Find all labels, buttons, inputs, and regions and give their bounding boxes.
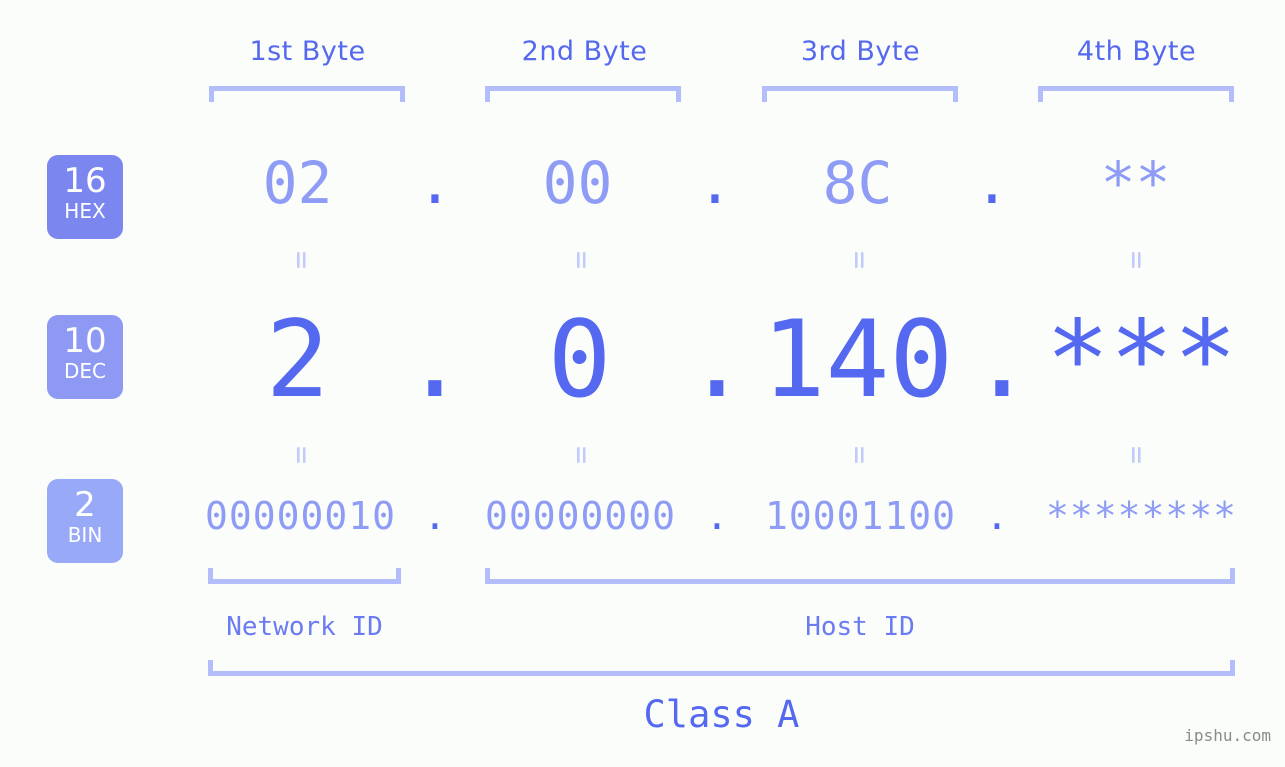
base-badge-bin-number: 2 [74, 485, 96, 525]
bin-octet-4: ******** [1045, 494, 1238, 538]
dec-separator-2: . [685, 298, 749, 421]
host-id-bracket [485, 568, 1235, 584]
hex-octet-4: ** [1100, 149, 1171, 217]
dec-octet-1: 2 [265, 298, 330, 421]
dec-octet-4: *** [1045, 298, 1238, 421]
byte-header-4: 4th Byte [1076, 36, 1197, 67]
equals-hex-dec-4: = [1119, 250, 1154, 270]
hex-octet-3: 8C [822, 149, 893, 217]
base-badge-dec-number: 10 [63, 321, 107, 361]
class-bracket [208, 660, 1235, 676]
network-id-label: Network ID [226, 612, 383, 642]
site-watermark: ipshu.com [1184, 726, 1271, 745]
byte-header-2: 2nd Byte [521, 36, 648, 67]
base-badge-bin-name: BIN [67, 523, 103, 547]
hex-separator-3: . [974, 149, 1010, 217]
base-badge-hex-number: 16 [63, 161, 107, 201]
base-badge-dec-name: DEC [63, 359, 106, 383]
base-badge-hex-name: HEX [64, 199, 106, 223]
dec-separator-3: . [970, 298, 1034, 421]
hex-separator-2: . [697, 149, 733, 217]
dec-octet-3: 140 [761, 298, 954, 421]
ip-address-breakdown-diagram: 1st Byte 2nd Byte 3rd Byte 4th Byte 16 H… [0, 0, 1285, 767]
equals-hex-dec-2: = [564, 250, 599, 270]
class-label: Class A [643, 693, 800, 736]
base-badge-dec: 10 DEC [47, 315, 123, 399]
bin-separator-1: . [423, 494, 447, 538]
equals-dec-bin-4: = [1119, 445, 1154, 465]
base-badge-bin: 2 BIN [47, 479, 123, 563]
byte-bracket-3 [762, 86, 958, 102]
equals-hex-dec-3: = [842, 250, 877, 270]
byte-bracket-2 [485, 86, 681, 102]
dec-octet-2: 0 [547, 298, 612, 421]
network-id-bracket [208, 568, 401, 584]
hex-octet-1: 02 [262, 149, 333, 217]
byte-bracket-4 [1038, 86, 1234, 102]
bin-octet-2: 00000000 [484, 494, 677, 538]
base-badge-hex: 16 HEX [47, 155, 123, 239]
byte-bracket-1 [209, 86, 405, 102]
byte-header-3: 3rd Byte [800, 36, 921, 67]
dec-separator-1: . [403, 298, 467, 421]
equals-dec-bin-3: = [842, 445, 877, 465]
bin-octet-3: 10001100 [764, 494, 957, 538]
bin-octet-1: 00000010 [204, 494, 397, 538]
equals-dec-bin-1: = [284, 445, 319, 465]
bin-separator-3: . [985, 494, 1009, 538]
bin-separator-2: . [705, 494, 729, 538]
hex-separator-1: . [417, 149, 453, 217]
hex-octet-2: 00 [542, 149, 613, 217]
host-id-label: Host ID [805, 612, 915, 642]
equals-dec-bin-2: = [564, 445, 599, 465]
equals-hex-dec-1: = [284, 250, 319, 270]
byte-header-1: 1st Byte [249, 36, 366, 67]
